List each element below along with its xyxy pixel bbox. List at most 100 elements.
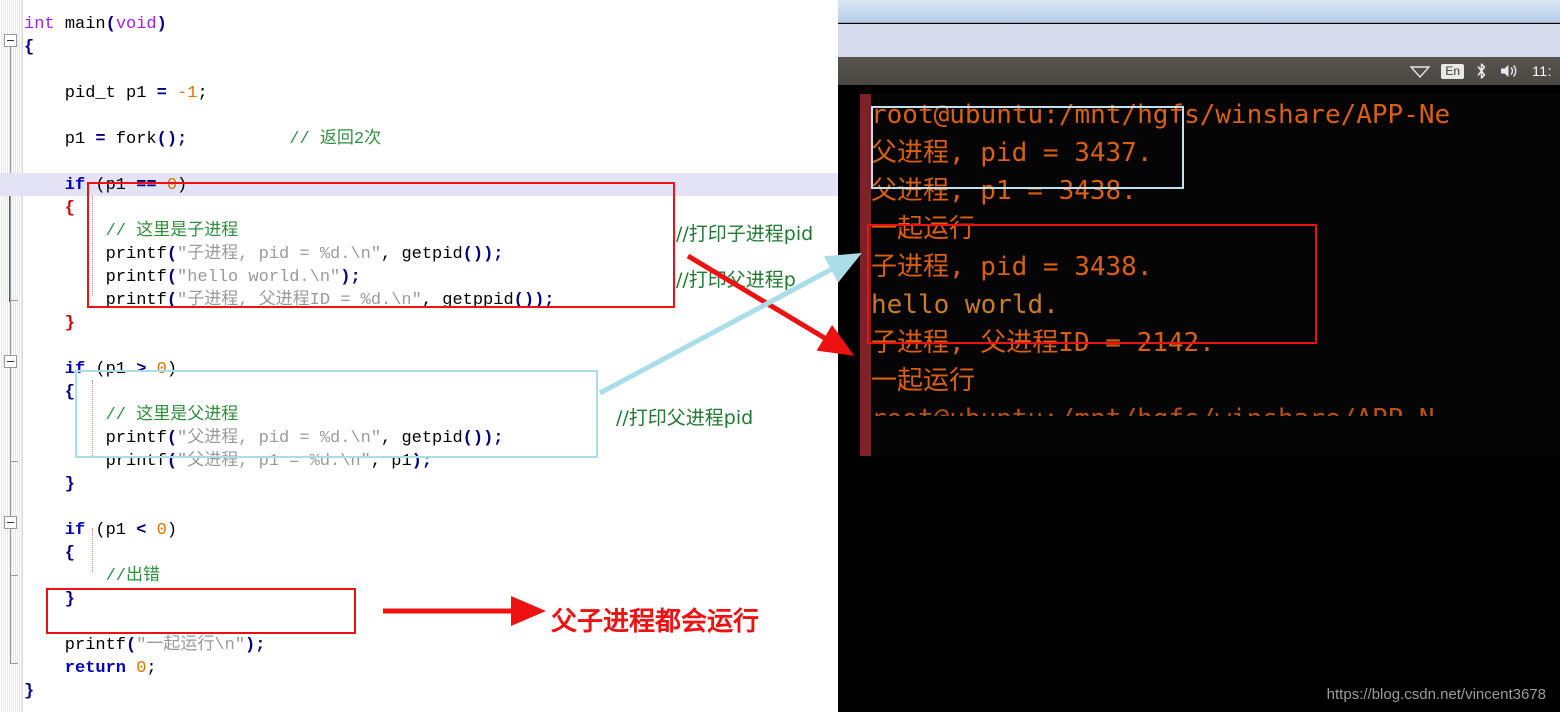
code-line: { — [65, 381, 75, 404]
code-line: } — [65, 312, 75, 335]
code-line: { — [24, 36, 34, 59]
annotation-both-run: 父子进程都会运行 — [551, 607, 760, 637]
code-token: = — [95, 130, 106, 149]
bluetooth-icon[interactable] — [1475, 62, 1488, 80]
code-token: pid_t p1 — [64, 84, 157, 103]
code-token: ); — [245, 636, 266, 655]
code-token: return — [64, 659, 127, 678]
fold-toggle-if-parent[interactable] — [4, 355, 17, 368]
code-token: printf — [105, 268, 167, 287]
unity-top-panel[interactable]: En 11: — [838, 57, 1560, 85]
code-line: printf("父进程, pid = %d.\n", getpid()); — [106, 427, 504, 450]
fold-end-tick-parent — [10, 461, 18, 462]
code-token: printf — [105, 429, 167, 448]
code-token: if — [64, 521, 86, 540]
fold-end-tick-main — [10, 663, 18, 664]
code-token: { — [64, 199, 75, 218]
fold-toggle-if-error[interactable] — [4, 516, 17, 529]
terminal-highlight-child-output — [867, 224, 1317, 344]
code-token: "父进程, pid = %d.\n" — [177, 429, 382, 448]
code-token: } — [64, 475, 75, 494]
code-line: p1 = fork(); // 返回2次 — [65, 128, 381, 151]
code-token: { — [24, 38, 35, 57]
code-token: , p1 — [370, 452, 412, 471]
code-token: ( — [166, 429, 178, 448]
code-token: "hello world.\n" — [177, 268, 341, 287]
code-token: ; — [146, 659, 157, 678]
code-token: , getppid — [421, 291, 514, 310]
code-token: , getpid — [381, 429, 463, 448]
volume-icon[interactable] — [1499, 63, 1521, 79]
terminal-window[interactable]: root@ubuntu:/mnt/hgfs/winshare/APP-Ne 父进程… — [860, 94, 1560, 456]
code-token: ()); — [462, 245, 504, 264]
code-line: { — [65, 197, 75, 220]
code-line: printf("hello world.\n"); — [106, 266, 361, 289]
code-token: printf — [105, 452, 167, 471]
code-token: //出错 — [105, 567, 160, 586]
code-token: (); — [156, 130, 188, 149]
code-token: ()); — [462, 429, 504, 448]
code-token: ( — [166, 452, 178, 471]
code-token: // 返回2次 — [289, 130, 382, 149]
code-token: ); — [411, 452, 433, 471]
annotation-parent-pid-cut: //打印父进程p — [676, 269, 796, 291]
code-token: -1 — [177, 84, 198, 103]
code-token: 0 — [136, 659, 147, 678]
code-line: if (p1 > 0) — [65, 358, 177, 381]
keyboard-layout-indicator[interactable]: En — [1441, 63, 1465, 79]
code-token: ) — [166, 521, 178, 540]
code-line: printf("一起运行\n"); — [65, 634, 266, 657]
code-token: 0 — [156, 521, 167, 540]
code-token: } — [64, 590, 75, 609]
code-token: printf — [105, 291, 167, 310]
code-token: ; — [197, 84, 208, 103]
screenshot-root: int main(void){pid_t p1 = -1; p1 = fork()… — [0, 0, 1560, 712]
terminal-highlight-parent-output — [871, 106, 1184, 189]
code-line: if (p1 == 0) — [65, 174, 187, 197]
code-token: ) — [177, 176, 188, 195]
code-token: (p1 — [85, 360, 137, 379]
code-token: ( — [166, 245, 178, 264]
code-token: main — [64, 15, 106, 34]
code-line: //出错 — [106, 565, 160, 588]
code-token: > — [136, 360, 147, 379]
code-line: printf("父进程, p1 = %d.\n", p1); — [106, 450, 432, 473]
code-token: 0 — [156, 360, 167, 379]
clock-label[interactable]: 11: — [1532, 63, 1552, 79]
fold-line-body — [10, 196, 11, 664]
code-token: } — [24, 682, 35, 701]
annotation-child-pid: //打印子进程pid — [676, 223, 814, 245]
code-token: ( — [166, 291, 178, 310]
code-token: fork — [105, 130, 157, 149]
code-token: ) — [156, 15, 167, 34]
annotation-parent-pid: //打印父进程pid — [616, 407, 754, 429]
system-tray[interactable]: En 11: — [1410, 57, 1552, 85]
code-token: "子进程, 父进程ID = %d.\n" — [177, 291, 422, 310]
fold-end-tick-error — [10, 575, 18, 576]
code-line: { — [65, 542, 75, 565]
code-line: } — [65, 588, 75, 611]
code-token: // 这里是子进程 — [105, 222, 239, 241]
fold-end-tick-child — [10, 300, 18, 301]
code-token: p1 — [64, 130, 96, 149]
code-token: ( — [105, 15, 116, 34]
window-toolbar-strip — [838, 24, 1560, 57]
ubuntu-desktop-pane[interactable]: En 11: root@ubuntu:/mnt/hgfs/winshare/AP… — [838, 0, 1560, 712]
indent-guide-parent — [92, 380, 93, 458]
code-token: { — [64, 544, 75, 563]
code-line: } — [65, 473, 75, 496]
code-token: ()); — [513, 291, 555, 310]
editor-fold-gutter[interactable] — [0, 0, 23, 712]
fold-toggle-main[interactable] — [4, 34, 17, 47]
code-editor-pane[interactable]: int main(void){pid_t p1 = -1; p1 = fork()… — [0, 0, 838, 712]
code-token: "一起运行\n" — [136, 636, 246, 655]
code-token: int — [24, 15, 65, 34]
code-token: == — [136, 176, 157, 195]
code-token: printf — [105, 245, 167, 264]
code-token: ( — [166, 268, 178, 287]
code-token: (p1 — [85, 176, 137, 195]
wifi-icon[interactable] — [1410, 64, 1431, 78]
